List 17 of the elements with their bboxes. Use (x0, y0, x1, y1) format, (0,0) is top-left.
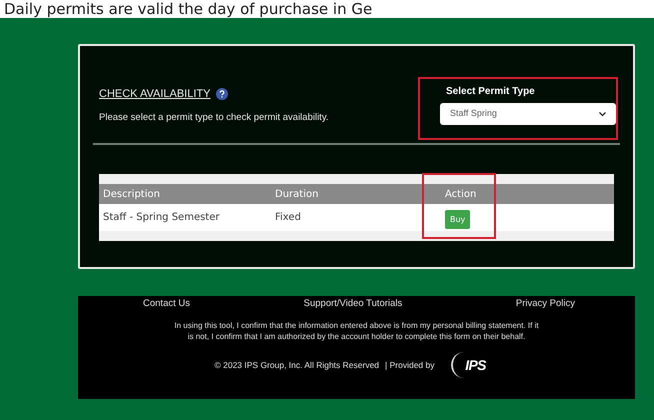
footer-link[interactable]: Privacy Policy (516, 297, 575, 312)
copyright-text: © 2023 IPS Group, Inc. All Rights Reserved (214, 358, 380, 372)
column-header: Duration (274, 188, 320, 202)
table-cell-text: Fixed (274, 211, 302, 225)
provided-by-text: | Provided by (385, 358, 434, 372)
column-header: Action (444, 188, 478, 202)
check-availability-link[interactable]: CHECK AVAILABILITY (99, 86, 210, 102)
permit-type-label: Select Permit Type (446, 85, 536, 99)
instruction-text: Please select a permit type to check permit availability. (99, 110, 329, 124)
table-cell-text: Staff - Spring Semester (102, 211, 220, 225)
banner-text: Daily permits are valid the day of purchase in Ge (4, 0, 372, 18)
confirmation-text: In using this tool, I confirm that the information entered above is from my personal billing statement. If it is not, I confirm that I am authorized by the account holder to complete this form on their behalf. (173, 320, 540, 342)
footer-link[interactable]: Contact Us (143, 297, 190, 312)
company-logo: IPS (450, 352, 498, 378)
footer-link[interactable]: Support/Video Tutorials (304, 297, 402, 312)
column-header: Description (102, 188, 161, 202)
permit-type-select[interactable]: Staff Spring (440, 103, 616, 125)
